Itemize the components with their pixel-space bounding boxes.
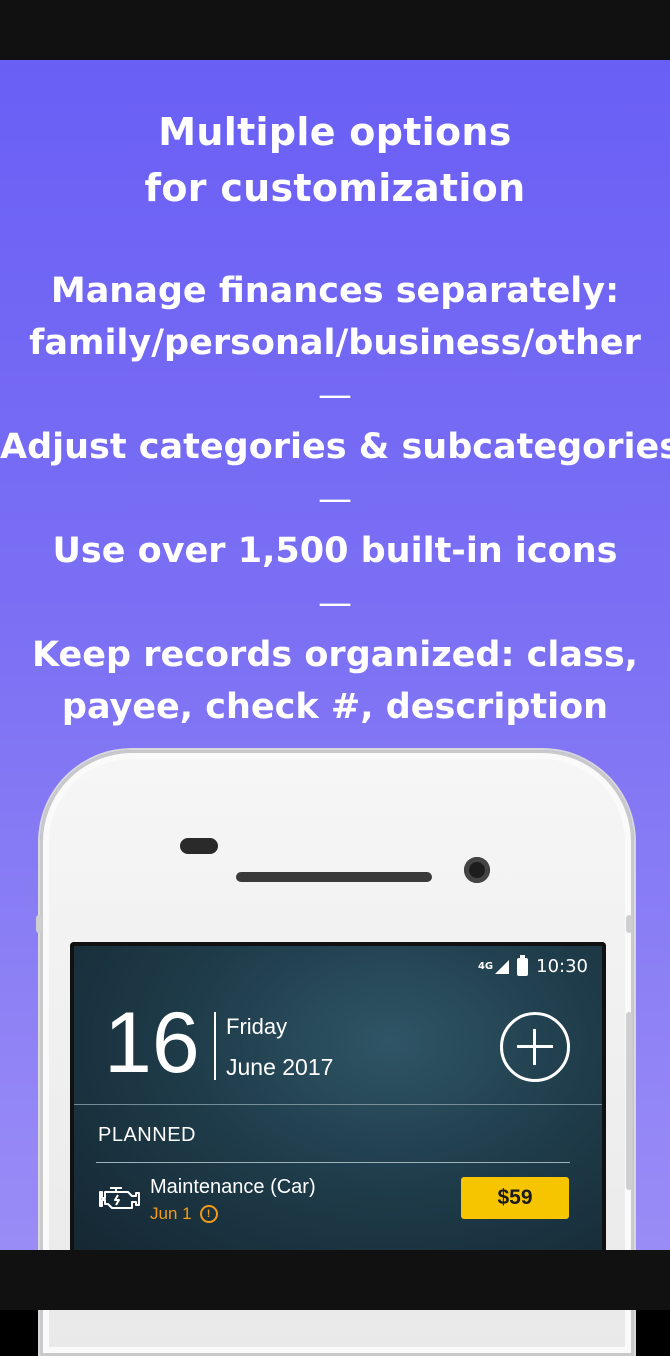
phone-side-button-right-top bbox=[626, 915, 632, 933]
headline-line-2: for customization bbox=[144, 166, 526, 210]
feature-separator: — bbox=[318, 375, 352, 415]
feature-2: Adjust categories & subcategories bbox=[0, 427, 670, 467]
feature-4-line-1: Keep records organized: class, bbox=[32, 635, 638, 675]
planned-item-title[interactable]: Maintenance (Car) bbox=[150, 1176, 316, 1199]
phone-camera bbox=[464, 857, 490, 883]
feature-1-line-2: family/personal/business/other bbox=[29, 323, 641, 363]
add-transaction-button[interactable] bbox=[500, 1012, 570, 1082]
planned-item-amount[interactable]: $59 bbox=[461, 1177, 569, 1219]
signal-icon bbox=[495, 959, 510, 974]
date-day: 16 bbox=[104, 995, 200, 1091]
planned-item-date-row: Jun 1 ! bbox=[150, 1204, 218, 1224]
planned-item-date: Jun 1 bbox=[150, 1204, 192, 1223]
feature-1-line-1: Manage finances separately: bbox=[50, 271, 620, 311]
date-weekday: Friday bbox=[226, 1014, 288, 1039]
top-black-bar bbox=[0, 0, 670, 60]
app-screen: 4G 10:30 16 Friday June 2017 PLANNED Mai… bbox=[70, 942, 606, 1266]
headline: Multiple options for customization bbox=[0, 104, 670, 216]
network-label: 4G bbox=[477, 961, 494, 972]
phone-side-button-left bbox=[36, 915, 42, 933]
feature-4-line-2: payee, check #, description bbox=[61, 687, 609, 727]
battery-icon bbox=[517, 954, 529, 976]
status-bar: 4G 10:30 bbox=[477, 954, 588, 977]
bottom-black-bar bbox=[0, 1250, 670, 1310]
phone-speaker bbox=[236, 872, 432, 882]
alert-circle-icon: ! bbox=[199, 1205, 218, 1223]
date-divider bbox=[214, 1012, 216, 1080]
phone-sensor bbox=[180, 838, 218, 854]
section-title-planned: PLANNED bbox=[98, 1124, 196, 1146]
feature-list: Manage finances separately: family/perso… bbox=[0, 265, 670, 733]
section-divider bbox=[96, 1162, 570, 1163]
engine-icon bbox=[99, 1187, 140, 1209]
header-divider bbox=[74, 1104, 602, 1105]
phone-side-button-right bbox=[626, 1012, 632, 1190]
feature-separator: — bbox=[318, 583, 352, 623]
feature-3: Use over 1,500 built-in icons bbox=[52, 531, 618, 571]
date-month-year: June 2017 bbox=[226, 1054, 334, 1080]
headline-line-1: Multiple options bbox=[158, 110, 512, 154]
feature-separator: — bbox=[318, 479, 352, 519]
status-time: 10:30 bbox=[536, 956, 588, 977]
